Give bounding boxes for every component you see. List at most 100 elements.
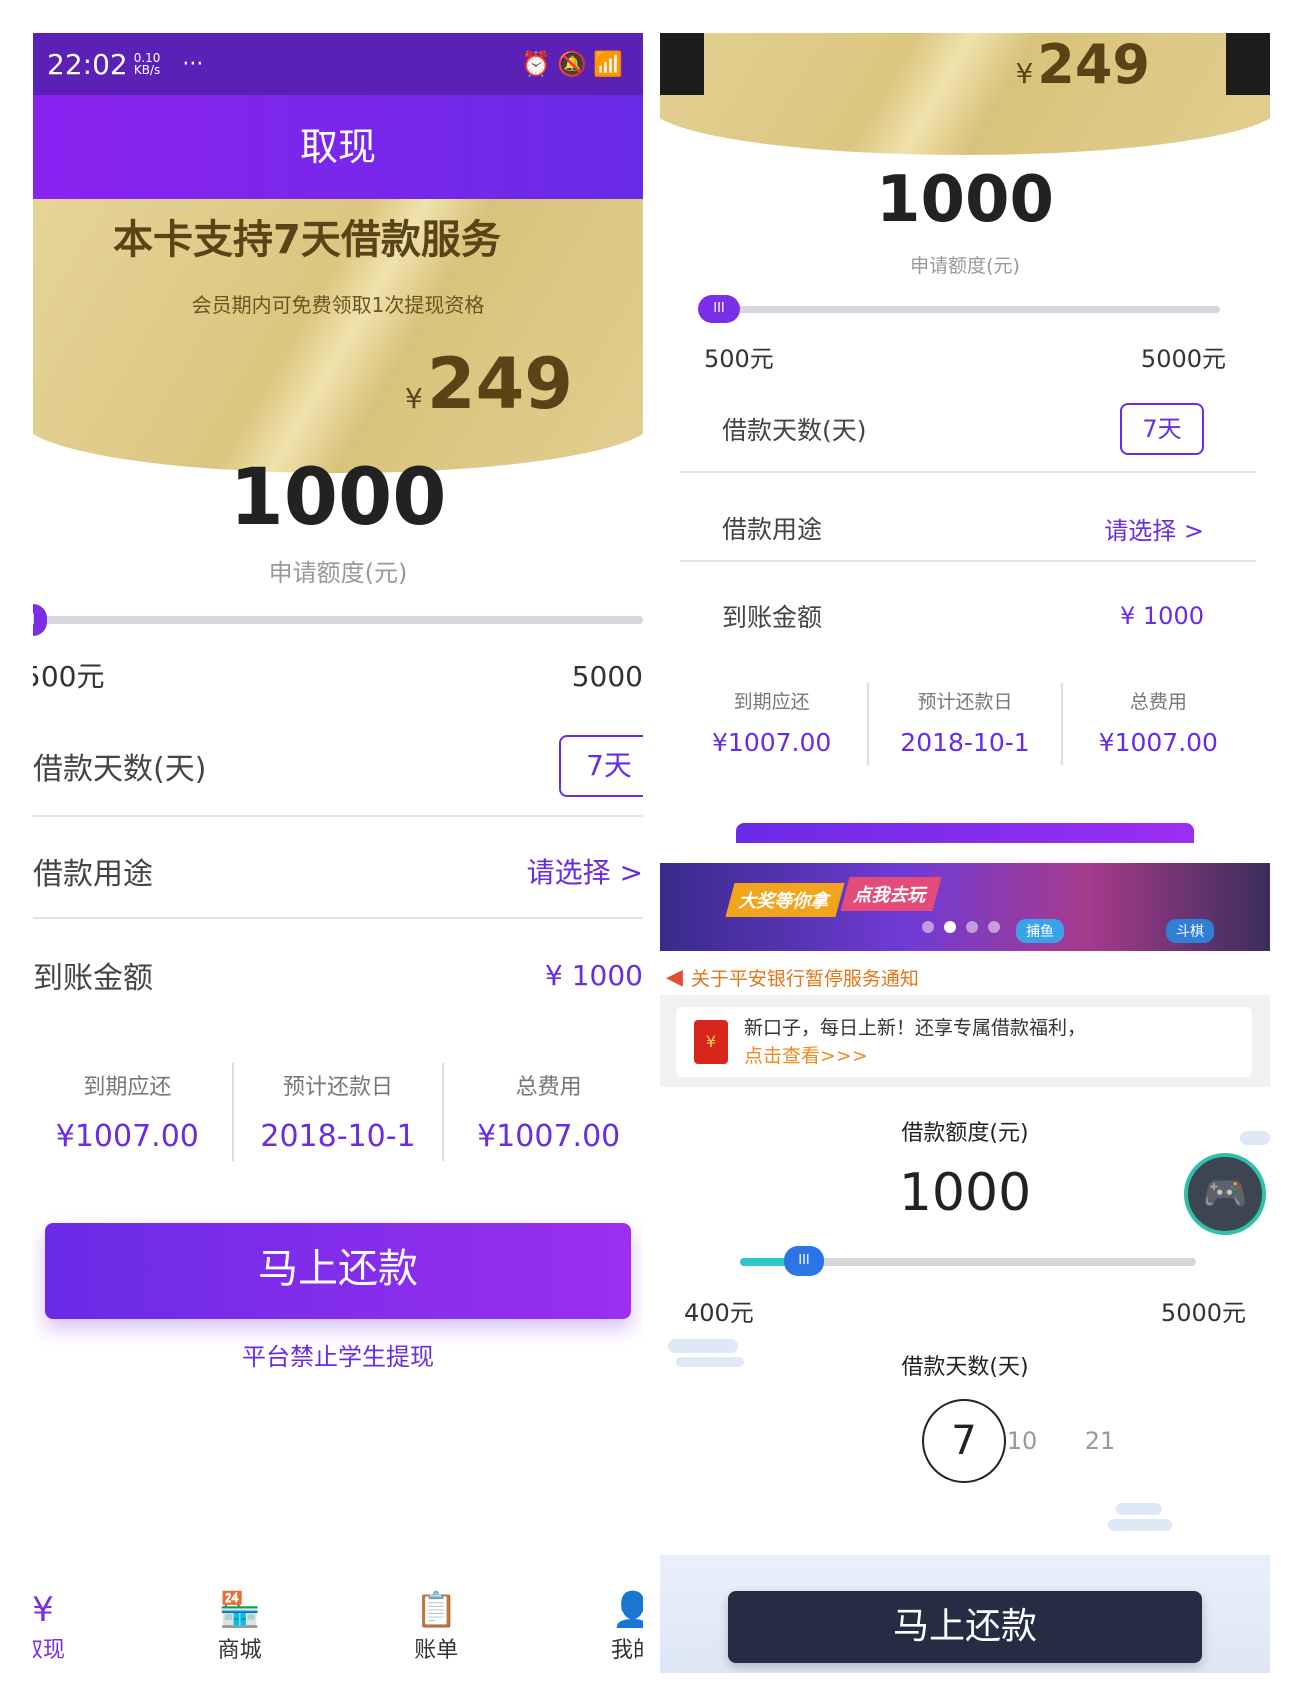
slider-max-label: 5000元 [1160,1299,1246,1327]
loan-purpose-label: 借款用途 [722,515,823,544]
arrival-amount-value: ¥ 1000 [1120,602,1204,630]
divider [680,471,1256,473]
loan-amount: 1000 [898,1163,1032,1223]
bill-icon: 📋 [415,1590,458,1630]
right-bottom-screen: 大奖等你拿 点我去玩 捕鱼 斗棋 ◀ 关于平安银行暂停服务通知 ¥ 新口子，每日… [660,863,1270,1673]
carousel-dot[interactable] [988,921,1000,933]
repay-now-button-partial[interactable] [736,823,1194,843]
nav-item-mall[interactable]: 🏪 商城 [180,1588,300,1673]
gamepad-icon[interactable]: 🎮 [1184,1153,1266,1235]
arrival-amount-label: 到账金额 [722,603,823,632]
bottom-nav: ¥ 取现 🏪 商城 📋 账单 👤 我的 [33,1588,643,1673]
repayment-summary: 到期应还 ¥1007.00 预计还款日 2018-10-1 总费用 ¥1007.… [676,683,1254,765]
slider-min-label: 500元 [704,345,774,373]
summary-due: 到期应还 ¥1007.00 [33,1063,234,1161]
ad-tag-fishing: 捕鱼 [1016,919,1064,943]
money-bag-icon: ¥ [33,1590,54,1630]
announcement-bar[interactable]: ◀ 关于平安银行暂停服务通知 [660,959,1270,995]
speaker-icon: ◀ [666,964,683,990]
cloud-decoration [1108,1519,1172,1531]
amount-label: 申请额度(元) [910,255,1020,277]
network-speed: 0.10 KB/s [133,51,161,77]
summary-total-fee: 总费用 ¥1007.00 [1098,691,1218,757]
amount-slider-handle[interactable]: III [698,295,740,323]
amount-label: 借款额度(元) [901,1121,1029,1146]
promo-link[interactable]: 点击查看>>> [744,1042,1086,1070]
carousel-dot[interactable] [922,921,934,933]
carousel-dot[interactable] [966,921,978,933]
user-icon: 👤 [611,1590,643,1630]
ad-text-prize: 大奖等你拿 [725,883,845,917]
status-time: 22:02 [47,47,128,81]
amount-slider-track[interactable] [33,616,643,624]
loan-days-row: 借款天数(天) 7天 [722,401,1204,457]
promo-section: ¥ 新口子，每日上新！还享专属借款福利， 点击查看>>> [660,995,1270,1087]
status-bar: 22:02 0.10 KB/s ··· ⏰🔕📶 [33,33,643,95]
ad-text-play: 点我去玩 [840,877,942,911]
membership-card-banner[interactable]: ¥249 [660,33,1270,155]
carousel-dots [922,921,1000,933]
loan-purpose-row[interactable]: 借款用途 请选择 > [722,503,1204,553]
loan-purpose-select[interactable]: 请选择 > [1104,511,1204,546]
left-screen: 22:02 0.10 KB/s ··· ⏰🔕📶 取现 本卡支持7天借款服务 会员… [33,33,643,1673]
divider [33,815,643,817]
banner-headline: 本卡支持7天借款服务 [113,217,501,263]
card-price: ¥249 [405,343,573,425]
nav-item-bill[interactable]: 📋 账单 [376,1588,496,1673]
card-price: ¥249 [1015,33,1150,96]
amount-slider-handle[interactable]: III [784,1246,824,1276]
student-notice: 平台禁止学生提现 [242,1343,434,1371]
loan-amount: 1000 [875,163,1055,237]
arrival-amount-value: ¥ 1000 [545,958,643,992]
banner-edge-decoration [1226,33,1270,95]
game-ad-banner[interactable]: 大奖等你拿 点我去玩 捕鱼 斗棋 [660,863,1270,951]
promo-text: 新口子，每日上新！还享专属借款福利， [744,1017,1087,1039]
amount-slider-track[interactable] [708,306,1220,313]
amount-label: 申请额度(元) [268,559,408,587]
loan-days-selector[interactable]: 7天 [1120,403,1204,455]
repayment-summary: 到期应还 ¥1007.00 预计还款日 2018-10-1 总费用 ¥1007.… [33,1063,643,1161]
loan-days-label: 借款天数(天) [33,752,207,787]
banner-subtitle: 会员期内可免费领取1次提现资格 [191,293,485,317]
cloud-decoration [1116,1503,1162,1515]
day-option[interactable]: 21 [1080,1427,1120,1455]
membership-card-banner[interactable]: 本卡支持7天借款服务 会员期内可免费领取1次提现资格 ¥249 [33,183,643,473]
loan-purpose-select[interactable]: 请选择 > [527,851,643,891]
loan-days-label: 借款天数(天) [901,1355,1029,1380]
loan-purpose-row[interactable]: 借款用途 请选择 > [33,841,643,901]
summary-total-fee: 总费用 ¥1007.00 [477,1075,621,1154]
ad-tag-chess: 斗棋 [1166,919,1214,943]
divider [33,917,643,919]
carousel-dot-active[interactable] [944,921,956,933]
repay-now-button[interactable]: 马上还款 [728,1591,1202,1663]
repay-now-button[interactable]: 马上还款 [45,1223,631,1319]
loan-purpose-label: 借款用途 [33,857,153,892]
day-option-selected[interactable]: 7 [922,1399,1006,1483]
slider-max-label: 5000元 [1140,345,1226,373]
divider [680,560,1256,562]
loan-days-selector[interactable]: 7天 [559,735,643,797]
slider-max-label: 5000元 [571,660,643,693]
summary-repay-date: 预计还款日 2018-10-1 [869,683,1063,765]
more-icon: ··· [182,51,204,77]
arrival-amount-row: 到账金额 ¥ 1000 [722,591,1204,641]
promo-card[interactable]: ¥ 新口子，每日上新！还享专属借款福利， 点击查看>>> [676,1007,1252,1077]
nav-item-withdraw[interactable]: ¥ 取现 [33,1588,103,1673]
arrival-amount-label: 到账金额 [33,961,153,996]
day-option[interactable]: 10 [1002,1427,1042,1455]
arrival-amount-row: 到账金额 ¥ 1000 [33,945,643,1005]
summary-due: 到期应还 ¥1007.00 [676,683,870,765]
loan-days-options: 7 10 21 [660,1399,1270,1485]
status-icons: ⏰🔕📶 [521,50,629,78]
slider-min-label: 500元 [33,660,105,693]
red-envelope-icon: ¥ [694,1020,728,1064]
loan-days-label: 借款天数(天) [722,416,867,445]
cloud-decoration [1240,1131,1270,1145]
loan-amount: 1000 [229,453,447,543]
amount-slider-handle[interactable]: III [33,604,47,636]
announcement-text: 关于平安银行暂停服务通知 [690,967,919,990]
page-title: 取现 [33,95,643,199]
right-top-screen: ¥249 1000 申请额度(元) III 500元 5000元 借款天数(天)… [660,33,1270,843]
slider-min-label: 400元 [684,1299,754,1327]
nav-item-profile[interactable]: 👤 我的 [573,1588,643,1673]
